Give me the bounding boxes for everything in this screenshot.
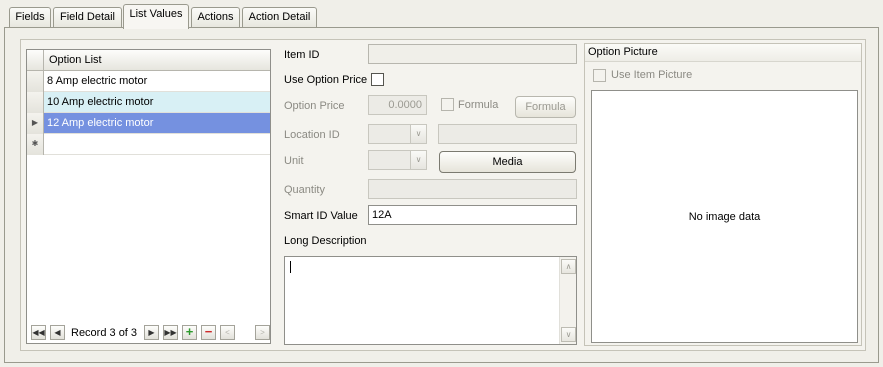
new-row-icon: ✱ [31, 139, 39, 148]
option-picture-panel: Option Picture Use Item Picture No image… [584, 43, 862, 346]
scroll-down-icon[interactable]: ∨ [561, 327, 576, 342]
text-caret [290, 261, 291, 273]
add-record-icon[interactable]: + [182, 325, 197, 340]
location-description-field[interactable] [438, 124, 577, 144]
chevron-down-icon[interactable]: ∨ [410, 125, 426, 143]
option-picture-header: Option Picture [585, 44, 861, 62]
option-list-cell[interactable]: 12 Amp electric motor [44, 113, 270, 133]
scroll-right-icon[interactable]: > [255, 325, 270, 340]
smart-id-label: Smart ID Value [284, 210, 358, 222]
option-price-label: Option Price [284, 100, 345, 112]
vertical-scrollbar[interactable]: ∧ ∨ [559, 257, 576, 344]
next-record-icon[interactable]: ▶ [144, 325, 159, 340]
option-price-field[interactable]: 0.0000 [368, 95, 427, 115]
no-image-placeholder: No image data [688, 211, 761, 223]
delete-record-icon[interactable]: − [201, 325, 216, 340]
last-record-icon[interactable]: ▶▶ [163, 325, 178, 340]
current-row-icon: ▶ [31, 118, 39, 127]
long-description-label: Long Description [284, 235, 367, 247]
scroll-up-icon[interactable]: ∧ [561, 259, 576, 274]
formula-checkbox-label: Formula [458, 99, 499, 111]
row-selector[interactable]: ✱ [27, 134, 44, 155]
use-item-picture-label: Use Item Picture [611, 69, 693, 81]
row-selector[interactable] [27, 92, 44, 113]
smart-id-field[interactable]: 12A [368, 205, 577, 225]
unit-combo[interactable]: ∨ [368, 150, 427, 170]
media-button-label: Media [492, 156, 523, 168]
record-indicator: Record 3 of 3 [71, 327, 138, 339]
option-picture-box[interactable]: No image data [591, 90, 858, 343]
item-id-field[interactable] [368, 44, 577, 64]
use-item-picture-checkbox[interactable] [593, 69, 606, 82]
location-id-combo[interactable]: ∨ [368, 124, 427, 144]
formula-checkbox[interactable] [441, 98, 454, 111]
option-list-cell[interactable]: 10 Amp electric motor [44, 92, 270, 112]
new-row-cell[interactable] [44, 134, 270, 154]
first-record-icon[interactable]: ◀◀ [31, 325, 46, 340]
use-option-price-checkbox[interactable] [371, 73, 384, 86]
formula-button-label: Formula [525, 101, 566, 113]
option-list-cell[interactable]: 8 Amp electric motor [44, 71, 270, 91]
table-row[interactable]: ▶ 12 Amp electric motor [27, 113, 270, 134]
grid-header: Option List [27, 50, 270, 71]
unit-label: Unit [284, 155, 304, 167]
smart-id-value: 12A [372, 209, 392, 221]
table-row[interactable]: 10 Amp electric motor [27, 92, 270, 113]
item-id-label: Item ID [284, 49, 320, 61]
formula-button[interactable]: Formula [515, 96, 576, 118]
option-list-grid[interactable]: Option List 8 Amp electric motor 10 Amp … [26, 49, 271, 344]
row-selector[interactable]: ▶ [27, 113, 44, 134]
column-header-option-list[interactable]: Option List [49, 54, 102, 66]
header-selector-cell [27, 50, 44, 71]
quantity-label: Quantity [284, 184, 325, 196]
new-row[interactable]: ✱ [27, 134, 270, 155]
previous-record-icon[interactable]: ◀ [50, 325, 65, 340]
table-row[interactable]: 8 Amp electric motor [27, 71, 270, 92]
media-button[interactable]: Media [439, 151, 576, 173]
quantity-field[interactable] [368, 179, 577, 199]
location-id-label: Location ID [284, 129, 340, 141]
long-description-textarea[interactable]: ∧ ∨ [284, 256, 577, 345]
row-selector[interactable] [27, 71, 44, 92]
use-option-price-label: Use Option Price [284, 74, 368, 86]
option-price-value: 0.0000 [388, 99, 422, 111]
scroll-left-icon[interactable]: < [220, 325, 235, 340]
chevron-down-icon[interactable]: ∨ [410, 151, 426, 169]
